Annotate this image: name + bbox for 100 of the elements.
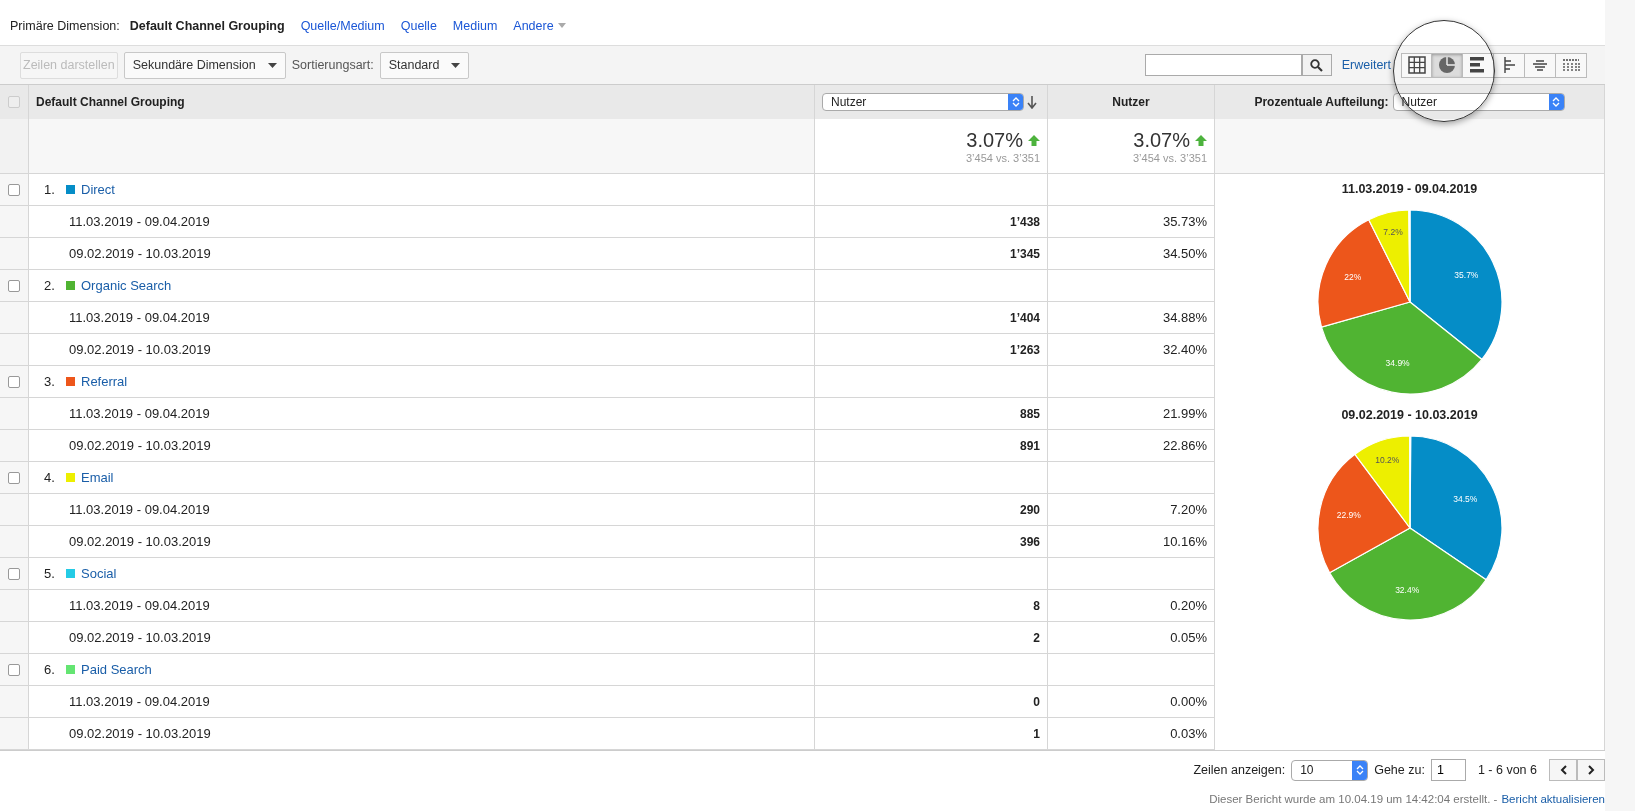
cloud-view-button[interactable] xyxy=(1525,52,1556,78)
table-cell: 11.03.2019 - 09.04.2019 xyxy=(29,494,815,526)
slice-label: 34.5% xyxy=(1452,493,1477,504)
chart-title: 09.02.2019 - 10.03.2019 xyxy=(1341,408,1478,422)
sort-type-dropdown[interactable]: Standard xyxy=(379,51,470,79)
table-cell: 09.02.2019 - 10.03.2019 xyxy=(29,622,815,654)
slice-label: 34.9% xyxy=(1385,358,1410,369)
pie-chart-icon xyxy=(1438,56,1456,74)
column-header: Nutzer xyxy=(1048,85,1215,119)
secondary-dimension-dropdown[interactable]: Sekundäre Dimension xyxy=(123,51,286,79)
up-arrow-icon xyxy=(1195,134,1207,146)
pivot-table-icon xyxy=(1562,58,1580,72)
table-cell: 35.73% xyxy=(1048,206,1215,238)
checkbox[interactable] xyxy=(8,279,20,292)
table-cell: 34.88% xyxy=(1048,302,1215,334)
advanced-link[interactable]: Erweitert xyxy=(1341,58,1391,72)
checkbox[interactable] xyxy=(8,567,20,580)
table-cell: 2 xyxy=(815,622,1048,654)
table-cell: 8 xyxy=(815,590,1048,622)
table-cell: 32.40% xyxy=(1048,334,1215,366)
table-cell: 11.03.2019 - 09.04.2019 xyxy=(29,206,815,238)
channel-link[interactable]: Paid Search xyxy=(81,662,152,677)
row-index: 2. xyxy=(44,278,56,293)
table-cell: 11.03.2019 - 09.04.2019 xyxy=(29,302,815,334)
table-cell: 09.02.2019 - 10.03.2019 xyxy=(29,526,815,558)
slice-label: 22.9% xyxy=(1336,509,1361,520)
table-cell: 10.16% xyxy=(1048,526,1215,558)
table-cell: 11.03.2019 - 09.04.2019 xyxy=(29,686,815,718)
next-button[interactable] xyxy=(1577,759,1605,781)
pie-view-button[interactable] xyxy=(1432,52,1463,78)
primary-dimension-label: Primäre Dimension: xyxy=(10,18,120,33)
channel-link[interactable]: Social xyxy=(81,566,117,581)
bar-chart-icon xyxy=(1470,56,1486,74)
goto-field[interactable]: 1 xyxy=(1430,759,1466,781)
dimension-link[interactable]: Quelle xyxy=(400,18,437,33)
metric-select[interactable]: Nutzer xyxy=(822,93,1024,111)
bar-view-button[interactable] xyxy=(1463,52,1494,78)
table-cell: 0.20% xyxy=(1048,590,1215,622)
row-index: 1. xyxy=(44,182,56,197)
table-cell: 396 xyxy=(815,526,1048,558)
table-cell: 11.03.2019 - 09.04.2019 xyxy=(29,398,815,430)
search-button[interactable] xyxy=(1301,54,1332,76)
comparison-text: 3’454 vs. 3’351 xyxy=(966,151,1040,164)
report-note: Dieser Bericht wurde am 10.04.19 um 14:42:04 erstellt. - xyxy=(1209,793,1498,805)
change-percentage: 3.07% xyxy=(966,128,1023,152)
rows-select[interactable]: 10 xyxy=(1291,759,1369,781)
refresh-link[interactable]: Bericht aktualisieren xyxy=(1501,793,1605,805)
compare-view-button[interactable] xyxy=(1494,52,1525,78)
row-index: 5. xyxy=(44,566,56,581)
checkbox[interactable] xyxy=(8,471,20,484)
table-cell: 1 xyxy=(815,718,1048,750)
stepper-icon xyxy=(1352,760,1368,780)
dimension-link[interactable]: Quelle/Medium xyxy=(300,18,385,33)
previous-button[interactable] xyxy=(1549,759,1577,781)
table-cell: 09.02.2019 - 10.03.2019 xyxy=(29,238,815,270)
checkbox[interactable] xyxy=(8,183,20,196)
breakdown-select[interactable]: Nutzer xyxy=(1392,93,1565,111)
caret-icon xyxy=(451,62,461,68)
sort-arrow-icon[interactable] xyxy=(1027,95,1037,109)
column-header: Default Channel Grouping xyxy=(29,85,815,119)
table-cell: 290 xyxy=(815,494,1048,526)
pivot-view-button[interactable] xyxy=(1556,52,1587,78)
page-range: 1 - 6 von 6 xyxy=(1477,763,1537,777)
slice-label: 10.2% xyxy=(1374,454,1399,465)
dimension-link[interactable]: Andere xyxy=(513,18,566,33)
table-cell: 1’263 xyxy=(815,334,1048,366)
checkbox[interactable] xyxy=(8,96,20,108)
table-view-button[interactable] xyxy=(1401,52,1432,78)
table-cell: 0.00% xyxy=(1048,686,1215,718)
change-percentage: 3.07% xyxy=(1133,128,1190,152)
stepper-icon xyxy=(1548,94,1564,110)
breakdown-label: Prozentuale Aufteilung: xyxy=(1254,95,1389,109)
table-cell: 1’345 xyxy=(815,238,1048,270)
table-cell: 09.02.2019 - 10.03.2019 xyxy=(29,334,815,366)
channel-link[interactable]: Organic Search xyxy=(81,278,172,293)
checkbox[interactable] xyxy=(8,663,20,676)
dimension-link[interactable]: Default Channel Grouping xyxy=(129,18,285,33)
sort-type-label: Sortierungsart: xyxy=(291,58,374,72)
rows-label: Zeilen anzeigen: xyxy=(1193,763,1286,777)
dimension-link[interactable]: Medium xyxy=(452,18,498,33)
table-cell: 1’438 xyxy=(815,206,1048,238)
channel-link[interactable]: Direct xyxy=(81,182,115,197)
up-arrow-icon xyxy=(1028,134,1040,146)
table-cell: 0.05% xyxy=(1048,622,1215,654)
table-cell: 34.50% xyxy=(1048,238,1215,270)
channel-link[interactable]: Referral xyxy=(81,374,128,389)
table-cell: 0 xyxy=(815,686,1048,718)
table-cell: 09.02.2019 - 10.03.2019 xyxy=(29,430,815,462)
comparison-text: 3’454 vs. 3’351 xyxy=(1133,151,1207,164)
checkbox[interactable] xyxy=(8,375,20,388)
goto-label: Gehe zu: xyxy=(1374,763,1425,777)
search-field[interactable] xyxy=(1144,54,1302,76)
chevron-right-icon xyxy=(1587,765,1595,775)
table-cell: 885 xyxy=(815,398,1048,430)
table-cell: 891 xyxy=(815,430,1048,462)
slice-label: 22% xyxy=(1343,271,1361,282)
caret-icon xyxy=(267,62,277,68)
table-cell: 0.03% xyxy=(1048,718,1215,750)
channel-link[interactable]: Email xyxy=(81,470,114,485)
table-cell: 11.03.2019 - 09.04.2019 xyxy=(29,590,815,622)
